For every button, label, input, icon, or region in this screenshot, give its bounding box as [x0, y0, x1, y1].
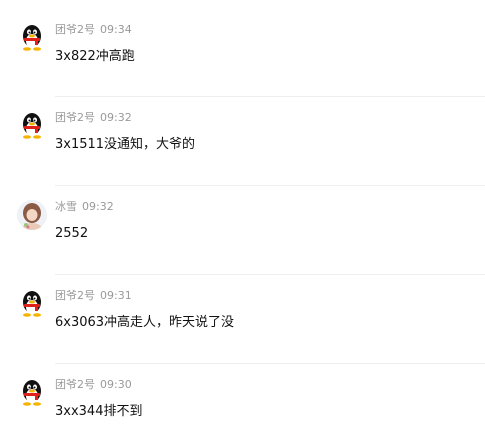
message-item: 团爷2号 09:32 3x1511没通知，大爷的 [0, 88, 485, 176]
message-text: 2552 [55, 226, 89, 241]
message-item: 团爷2号 09:31 6x3063冲高走人，昨天说了没 [0, 266, 485, 354]
message-item: 冰雪 09:32 2552 [0, 177, 485, 265]
username[interactable]: 团爷2号 [55, 289, 95, 302]
username[interactable]: 冰雪 [55, 200, 77, 213]
message-divider [55, 185, 485, 186]
username[interactable]: 团爷2号 [55, 378, 95, 391]
message-divider [55, 96, 485, 97]
message-item: 团爷2号 09:30 3xx344排不到 [0, 355, 485, 433]
timestamp: 09:30 [100, 378, 132, 391]
message-meta: 团爷2号 09:30 [55, 378, 132, 392]
message-feed: 团爷2号 09:34 3x822冲高跑 团爷2号 09:32 3x1511没通知… [0, 0, 485, 433]
qq-penguin-icon[interactable] [17, 23, 47, 53]
message-meta: 团爷2号 09:34 [55, 23, 132, 37]
qq-penguin-icon[interactable] [17, 289, 47, 319]
photo-avatar[interactable] [17, 200, 47, 230]
message-text: 3x1511没通知，大爷的 [55, 137, 196, 152]
message-text: 3xx344排不到 [55, 404, 143, 419]
qq-penguin-icon[interactable] [17, 378, 47, 408]
message-meta: 团爷2号 09:31 [55, 289, 132, 303]
message-meta: 冰雪 09:32 [55, 200, 114, 214]
message-divider [55, 363, 485, 364]
username[interactable]: 团爷2号 [55, 23, 95, 36]
message-text: 3x822冲高跑 [55, 49, 135, 64]
message-meta: 团爷2号 09:32 [55, 111, 132, 125]
timestamp: 09:34 [100, 23, 132, 36]
message-item: 团爷2号 09:34 3x822冲高跑 [0, 0, 485, 88]
timestamp: 09:32 [82, 200, 114, 213]
qq-penguin-icon[interactable] [17, 111, 47, 141]
message-divider [55, 274, 485, 275]
username[interactable]: 团爷2号 [55, 111, 95, 124]
timestamp: 09:31 [100, 289, 132, 302]
timestamp: 09:32 [100, 111, 132, 124]
message-text: 6x3063冲高走人，昨天说了没 [55, 315, 235, 330]
